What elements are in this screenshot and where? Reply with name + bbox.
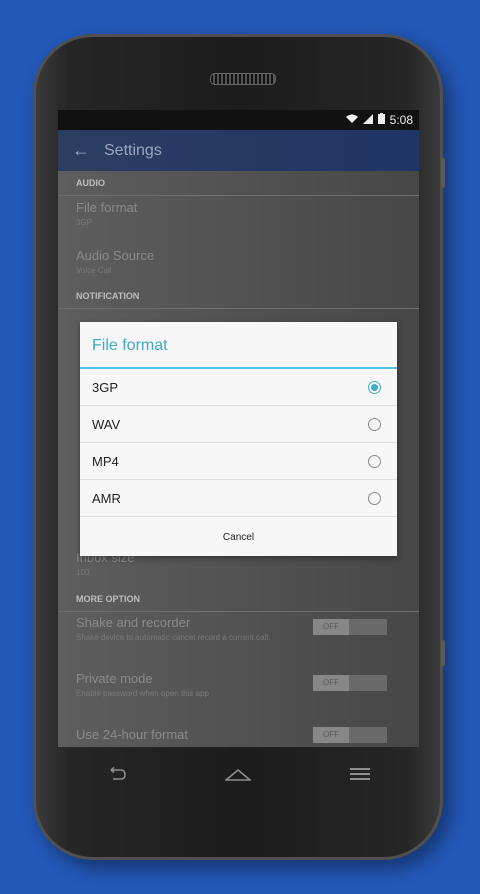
back-icon[interactable]: [107, 765, 127, 786]
status-time: 5:08: [389, 113, 413, 127]
pref-summary: Shake device to automatic cancel record …: [76, 633, 271, 642]
radio-icon[interactable]: [368, 491, 381, 505]
speaker-grille: [210, 73, 276, 85]
shake-toggle[interactable]: OFF: [313, 619, 387, 635]
signal-icon: [362, 113, 373, 127]
option-wav[interactable]: WAV: [80, 406, 397, 443]
wifi-icon: [345, 113, 358, 127]
pref-title: File format: [76, 200, 138, 215]
radio-icon[interactable]: [368, 454, 381, 468]
option-3gp[interactable]: 3GP: [80, 369, 397, 406]
pref-audio-source[interactable]: Audio Source Voice Call: [58, 244, 419, 284]
file-format-dialog: File format 3GP WAV MP4 AMR Cancel: [80, 322, 397, 556]
radio-selected-icon[interactable]: [368, 380, 381, 394]
option-amr[interactable]: AMR: [80, 480, 397, 517]
section-header-audio: AUDIO: [58, 171, 419, 196]
option-label: 3GP: [92, 379, 119, 395]
pref-file-format[interactable]: File format 3GP: [58, 196, 419, 236]
option-mp4[interactable]: MP4: [80, 443, 397, 480]
section-header-more-option: MORE OPTION: [58, 587, 419, 612]
toggle-state: OFF: [313, 619, 349, 635]
toggle-state: OFF: [313, 675, 349, 691]
page-title: Settings: [104, 141, 162, 159]
pref-summary: 100: [76, 568, 90, 577]
dialog-footer: Cancel: [80, 517, 397, 558]
navigation-bar: [58, 747, 419, 803]
power-button: [441, 640, 445, 666]
home-icon[interactable]: [224, 765, 253, 786]
pref-summary: Voice Call: [76, 266, 112, 275]
private-mode-toggle[interactable]: OFF: [313, 675, 387, 691]
pref-shake-recorder[interactable]: Shake and recorder Shake device to autom…: [58, 611, 419, 667]
option-label: AMR: [92, 490, 121, 506]
radio-icon[interactable]: [368, 417, 381, 431]
option-label: MP4: [92, 453, 119, 469]
pref-summary: 3GP: [76, 218, 93, 227]
menu-icon[interactable]: [349, 765, 370, 786]
dialog-title: File format: [80, 322, 397, 369]
status-bar: 5:08: [58, 110, 419, 130]
pref-title: Audio Source: [76, 248, 155, 263]
volume-button: [441, 158, 445, 188]
back-arrow-icon[interactable]: ←: [58, 140, 104, 161]
cancel-button[interactable]: Cancel: [223, 532, 254, 543]
pref-24-hour-format[interactable]: Use 24-hour format OFF: [58, 723, 419, 747]
toggle-state: OFF: [313, 727, 349, 743]
hour-format-toggle[interactable]: OFF: [313, 727, 387, 743]
pref-private-mode[interactable]: Private mode Enable password when open t…: [58, 667, 419, 717]
option-label: WAV: [92, 416, 121, 432]
battery-icon: [377, 113, 385, 127]
section-header-notification: NOTIFICATION: [58, 284, 419, 309]
app-bar: ← Settings: [58, 130, 419, 171]
